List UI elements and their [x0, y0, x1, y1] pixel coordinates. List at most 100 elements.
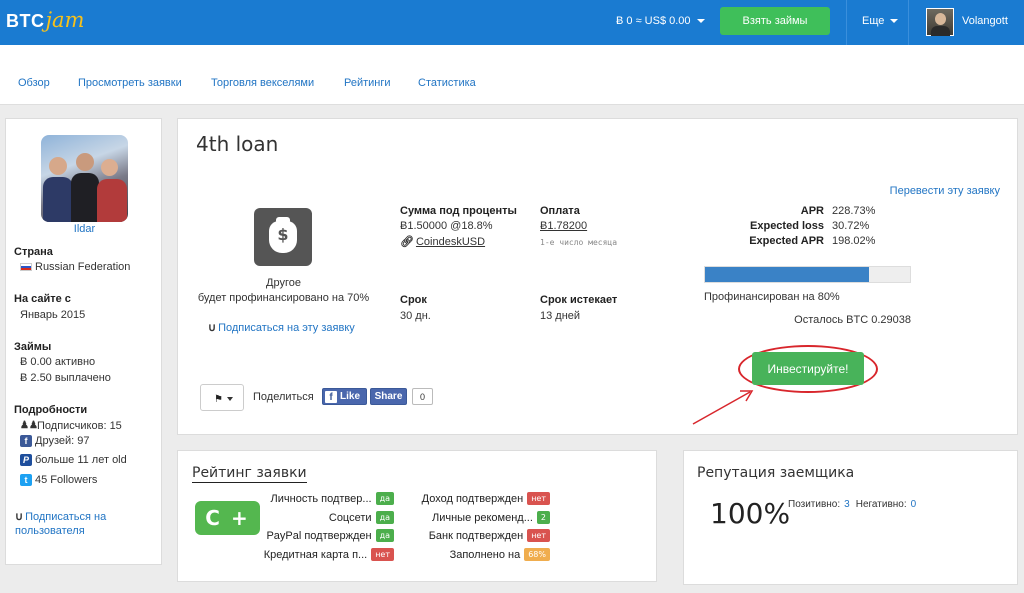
twitter-row: t 45 Followers [20, 474, 98, 487]
facebook-share-button[interactable]: Share [370, 388, 407, 405]
loan-funded-note: будет профинансировано на 70% [197, 292, 370, 304]
rating-item: Доход подтвержден нет [422, 491, 550, 506]
positive-label: Позитивно: [788, 499, 841, 510]
reputation-title: Репутация заемщика [697, 465, 855, 481]
nav-note-trading[interactable]: Торговля векселями [211, 77, 314, 89]
facebook-row: f Друзей: 97 [20, 435, 89, 448]
borrower-photo[interactable] [41, 135, 128, 222]
rating-item-label: Личность подтвер... [270, 492, 372, 505]
funding-progress-fill [705, 267, 869, 282]
subscribe-user-link[interactable]: ∪ Подписаться на [15, 510, 106, 523]
rating-item: Банк подтвержден нет [429, 528, 550, 543]
facebook-icon: f [325, 390, 337, 403]
balance-text: Ƀ 0 ≈ US$ 0.00 [616, 15, 691, 27]
user-avatar[interactable] [926, 8, 954, 36]
nav-overview[interactable]: Обзор [18, 77, 50, 89]
share-label: Поделиться [253, 391, 314, 403]
followers-text: Подписчиков: 15 [37, 420, 122, 432]
term-value: 30 дн. [400, 310, 431, 322]
rating-title: Рейтинг заявки [192, 465, 307, 483]
member-since-value: Январь 2015 [20, 309, 86, 321]
apr-value: 228.73% [832, 205, 876, 217]
amount-source[interactable]: 🔗︎ CoindeskUSD [400, 235, 485, 248]
btcjam-logo[interactable]: BTC jam [6, 8, 84, 36]
twitter-icon: t [20, 474, 32, 487]
rating-item-badge: нет [371, 548, 394, 561]
loan-details: 4th loan Перевести эту заявку $ Другое б… [177, 118, 1018, 435]
chevron-down-icon [227, 397, 233, 401]
rating-item-badge: нет [527, 529, 550, 542]
rating-item: Кредитная карта п... нет [264, 547, 394, 562]
rating-item-badge: да [375, 529, 394, 542]
take-loan-button[interactable]: Взять займы [720, 7, 830, 35]
expected-apr-label: Expected APR [749, 235, 824, 247]
more-menu-label: Еще [862, 15, 885, 27]
reputation-detail: Позитивно: 3 Негативно: 0 [788, 499, 922, 510]
positive-count[interactable]: 3 [844, 499, 850, 510]
negative-count[interactable]: 0 [911, 499, 917, 510]
rating-item-badge: да [375, 511, 394, 524]
amount-label: Сумма под проценты [400, 205, 517, 217]
expected-loss-value: 30.72% [832, 220, 870, 232]
payment-value[interactable]: Ƀ1.78200 [540, 220, 587, 232]
rating-item-label: PayPal подтвержден [266, 529, 372, 542]
rating-item-badge: нет [527, 492, 550, 505]
negative-label: Негативно: [855, 499, 907, 510]
twitter-text: 45 Followers [35, 474, 98, 486]
subscribe-user-line2[interactable]: пользователя [15, 525, 85, 537]
logo-btc: BTC [6, 11, 45, 31]
flag-icon: ⚑ [214, 394, 223, 405]
subscribe-loan-link[interactable]: ∪ Подписаться на эту заявку [208, 321, 355, 334]
russia-flag-icon [20, 263, 32, 272]
borrower-profile: Ildar Страна Russian Federation На сайте… [5, 118, 162, 565]
expected-loss-label: Expected loss [750, 220, 824, 232]
country-value: Russian Federation [20, 261, 130, 273]
facebook-like-button[interactable]: f Like [322, 388, 367, 405]
sub-navigation: Обзор Просмотреть заявки Торговля вексел… [0, 45, 1024, 105]
share-count: 0 [412, 388, 433, 405]
rating-item-badge: 68% [524, 548, 550, 561]
subscribe-loan-text: Подписаться на эту заявку [218, 322, 355, 334]
rating-item-label: Доход подтвержден [421, 492, 524, 505]
payment-label: Оплата [540, 205, 580, 217]
amount-source-text: CoindeskUSD [415, 236, 486, 248]
facebook-icon: f [20, 435, 32, 448]
rating-item-label: Кредитная карта п... [263, 548, 368, 561]
loans-active: Ƀ 0.00 активно [20, 356, 96, 368]
rating-item: PayPal подтвержден да [266, 528, 394, 543]
rating-item-label: Банк подтвержден [428, 529, 524, 542]
paypal-row: Pбольше 11 лет old [20, 454, 127, 467]
details-label: Подробности [14, 404, 88, 416]
nav-statistics[interactable]: Статистика [418, 77, 476, 89]
nav-browse-loans[interactable]: Просмотреть заявки [78, 77, 182, 89]
loan-category: Другое [266, 277, 301, 289]
member-since-label: На сайте с [14, 293, 71, 305]
rating-item: Личность подтвер... да [271, 491, 394, 506]
money-bag-icon: $ [254, 208, 312, 266]
users-icon: ♟♟ [20, 420, 38, 432]
expires-label: Срок истекает [540, 294, 618, 306]
apr-label: APR [800, 205, 824, 217]
reputation-percent: 100% [710, 497, 791, 530]
followers-row: ♟♟Подписчиков: 15 [20, 420, 122, 432]
loan-rating: Рейтинг заявки C + Личность подтвер... да… [177, 450, 657, 582]
remaining-btc: Осталось BTC 0.29038 [794, 314, 911, 326]
rating-item: Личные рекоменд... 2 [432, 510, 550, 525]
logo-jam: jam [45, 8, 85, 32]
nav-ratings[interactable]: Рейтинги [344, 77, 391, 89]
expires-value: 13 дней [540, 310, 581, 322]
rating-item-badge: да [375, 492, 394, 505]
borrower-name[interactable]: Ildar [6, 223, 163, 235]
country-label: Страна [14, 246, 53, 258]
user-name[interactable]: Volangott [962, 15, 1008, 27]
translate-loan-link[interactable]: Перевести эту заявку [890, 185, 1000, 197]
link-icon: 🔗︎ [400, 236, 414, 248]
loans-label: Займы [14, 341, 52, 353]
loans-repaid: Ƀ 2.50 выплачено [20, 372, 111, 384]
invest-button[interactable]: Инвестируйте! [752, 352, 864, 385]
balance-dropdown[interactable]: Ƀ 0 ≈ US$ 0.00 [616, 15, 705, 27]
more-menu[interactable]: Еще [862, 15, 899, 27]
report-flag-button[interactable]: ⚑ [200, 384, 244, 411]
fb-like-text: Like [340, 391, 361, 402]
rating-item: Заполнено на 68% [450, 547, 550, 562]
